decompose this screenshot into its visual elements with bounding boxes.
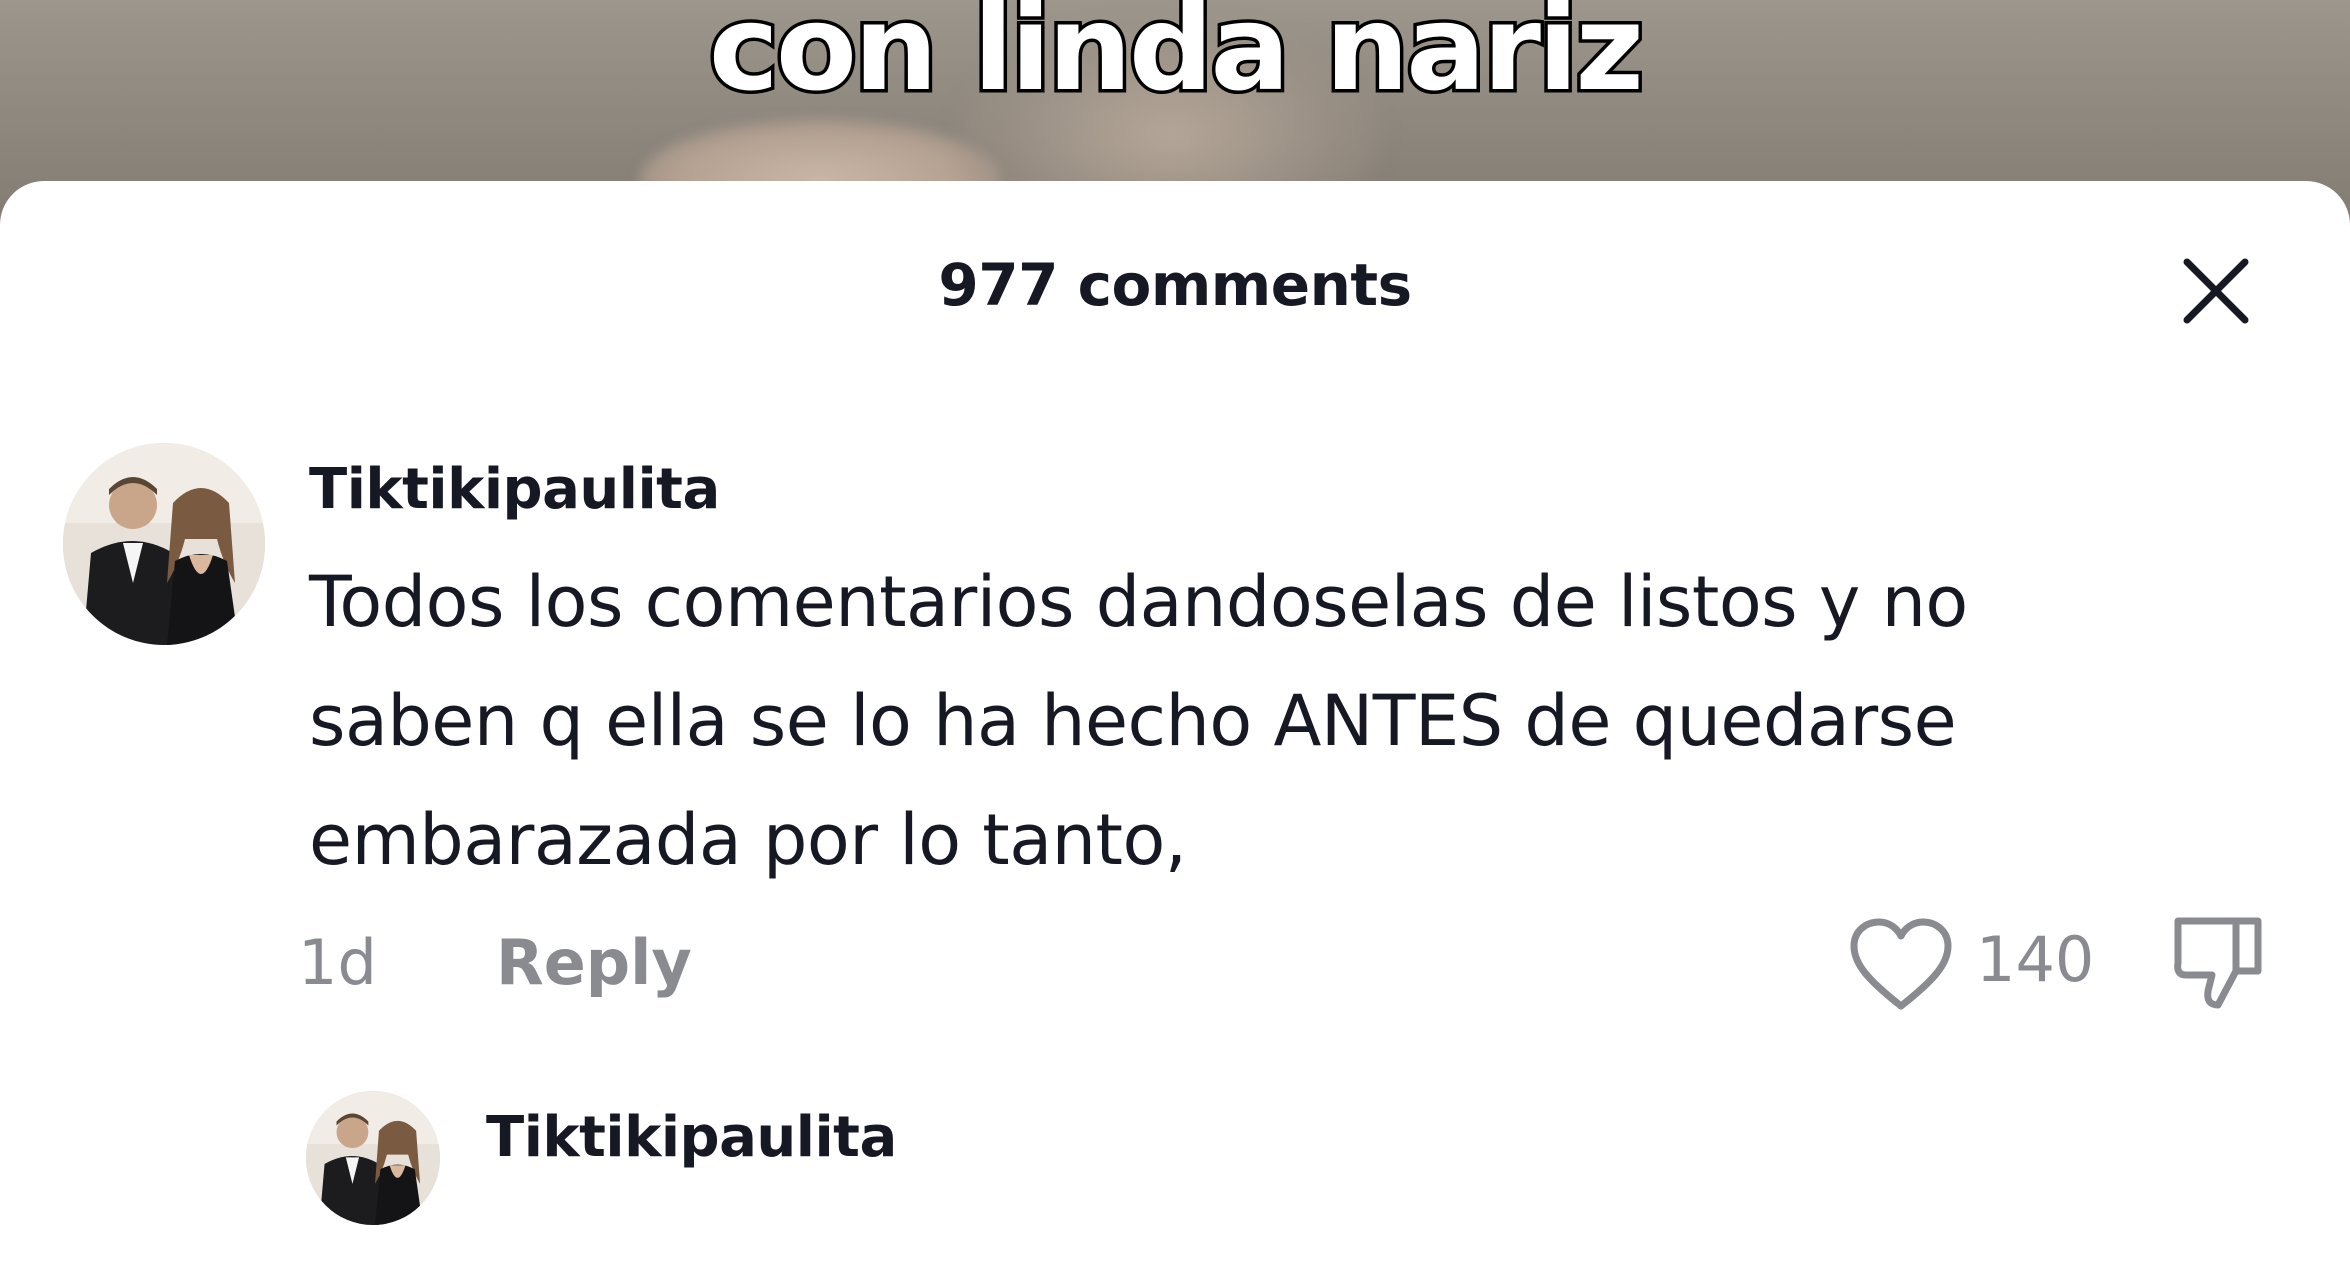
comment-text: Todos los comentarios dandoselas de list… bbox=[309, 543, 1968, 900]
avatar[interactable] bbox=[63, 443, 265, 645]
comments-sheet: 977 comments Tiktikipaulita Todos los co… bbox=[0, 181, 2350, 1281]
comment-text-line: saben q ella se lo ha hecho ANTES de que… bbox=[309, 680, 1957, 762]
video-caption: con linda nariz bbox=[705, 0, 1647, 120]
like-count: 140 bbox=[1976, 923, 2095, 996]
close-button[interactable] bbox=[2176, 251, 2256, 331]
avatar-image bbox=[306, 1091, 440, 1225]
avatar-image bbox=[63, 443, 265, 645]
close-icon bbox=[2183, 258, 2249, 324]
avatar[interactable] bbox=[306, 1091, 440, 1225]
dislike-button[interactable] bbox=[2172, 913, 2264, 1013]
comment-username[interactable]: Tiktikipaulita bbox=[309, 457, 720, 522]
comment-timestamp: 1d bbox=[298, 926, 377, 999]
comment-text-line: Todos los comentarios dandoselas de list… bbox=[309, 561, 1968, 643]
reply-button[interactable]: Reply bbox=[496, 926, 692, 999]
comment-username[interactable]: Tiktikipaulita bbox=[486, 1105, 897, 1170]
comment-text-line: embarazada por lo tanto, bbox=[309, 799, 1187, 881]
comments-count-title: 977 comments bbox=[938, 251, 1412, 319]
like-button[interactable] bbox=[1848, 916, 1954, 1016]
thumbs-down-icon bbox=[2174, 917, 2262, 1009]
comments-header: 977 comments bbox=[0, 181, 2350, 401]
heart-icon bbox=[1850, 918, 1952, 1010]
